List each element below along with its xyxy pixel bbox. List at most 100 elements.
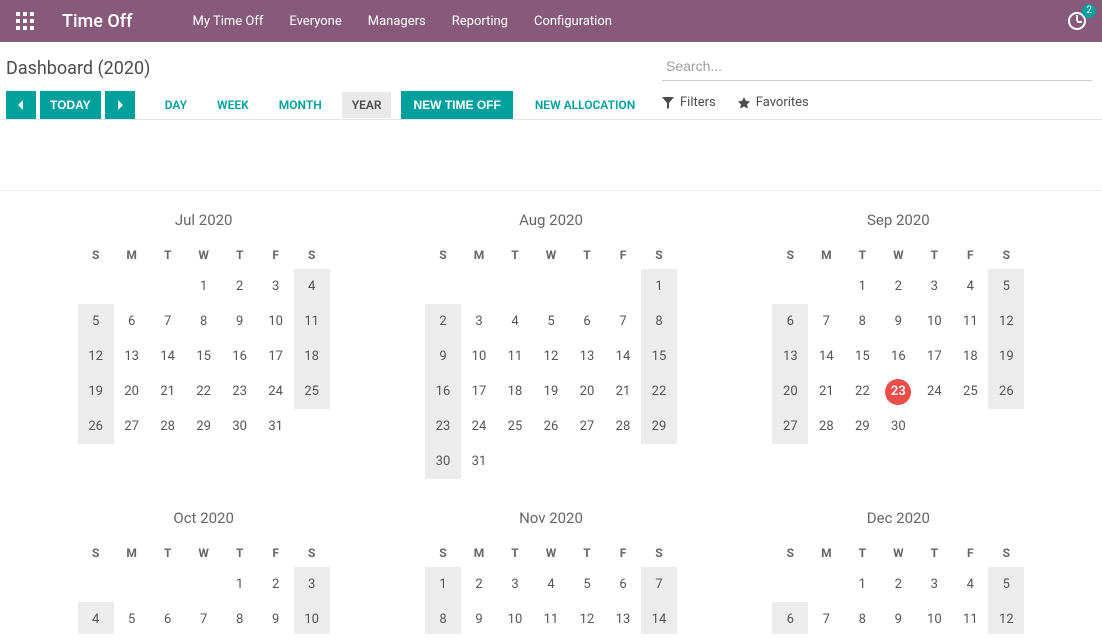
day-cell[interactable]: 4 bbox=[497, 304, 533, 339]
day-cell[interactable]: 13 bbox=[569, 339, 605, 374]
day-cell[interactable]: 26 bbox=[78, 409, 114, 444]
day-cell[interactable]: 8 bbox=[186, 304, 222, 339]
day-cell[interactable]: 2 bbox=[425, 304, 461, 339]
day-cell[interactable]: 23 bbox=[222, 374, 258, 409]
day-cell[interactable]: 26 bbox=[988, 374, 1024, 409]
day-cell[interactable]: 27 bbox=[772, 409, 808, 444]
day-cell[interactable]: 4 bbox=[533, 567, 569, 602]
day-cell[interactable]: 12 bbox=[533, 339, 569, 374]
day-cell[interactable]: 23 bbox=[425, 409, 461, 444]
day-cell[interactable]: 19 bbox=[988, 339, 1024, 374]
brand-title[interactable]: Time Off bbox=[62, 11, 132, 32]
day-cell[interactable]: 11 bbox=[952, 304, 988, 339]
filters-button[interactable]: Filters bbox=[662, 95, 716, 110]
day-cell[interactable]: 19 bbox=[78, 374, 114, 409]
view-day[interactable]: DAY bbox=[155, 92, 197, 118]
day-cell[interactable]: 1 bbox=[641, 269, 677, 304]
day-cell[interactable]: 27 bbox=[114, 409, 150, 444]
day-cell[interactable]: 16 bbox=[222, 339, 258, 374]
day-cell[interactable]: 3 bbox=[497, 567, 533, 602]
day-cell[interactable]: 7 bbox=[808, 602, 844, 634]
day-cell[interactable]: 17 bbox=[916, 339, 952, 374]
day-cell[interactable]: 18 bbox=[294, 339, 330, 374]
month-title[interactable]: Nov 2020 bbox=[387, 509, 714, 527]
day-cell[interactable]: 28 bbox=[808, 409, 844, 444]
day-cell[interactable]: 4 bbox=[952, 567, 988, 602]
day-cell[interactable]: 24 bbox=[461, 409, 497, 444]
day-cell[interactable]: 5 bbox=[533, 304, 569, 339]
day-cell[interactable]: 5 bbox=[988, 269, 1024, 304]
next-button[interactable] bbox=[105, 91, 135, 119]
day-cell[interactable]: 26 bbox=[533, 409, 569, 444]
day-cell[interactable]: 1 bbox=[222, 567, 258, 602]
day-cell[interactable]: 6 bbox=[569, 304, 605, 339]
day-cell[interactable]: 25 bbox=[952, 374, 988, 409]
nav-my-time-off[interactable]: My Time Off bbox=[192, 14, 263, 29]
day-cell[interactable]: 20 bbox=[569, 374, 605, 409]
day-cell[interactable]: 5 bbox=[78, 304, 114, 339]
day-cell[interactable]: 21 bbox=[150, 374, 186, 409]
day-cell[interactable]: 9 bbox=[222, 304, 258, 339]
day-cell[interactable]: 5 bbox=[569, 567, 605, 602]
month-title[interactable]: Jul 2020 bbox=[40, 211, 367, 229]
day-cell[interactable]: 24 bbox=[258, 374, 294, 409]
view-year[interactable]: YEAR bbox=[342, 92, 392, 118]
day-cell[interactable]: 9 bbox=[880, 602, 916, 634]
day-cell[interactable]: 5 bbox=[114, 602, 150, 634]
day-cell[interactable]: 14 bbox=[641, 602, 677, 634]
day-cell[interactable]: 8 bbox=[844, 602, 880, 634]
day-cell[interactable]: 22 bbox=[186, 374, 222, 409]
day-cell[interactable]: 3 bbox=[461, 304, 497, 339]
day-cell[interactable]: 22 bbox=[641, 374, 677, 409]
day-cell[interactable]: 8 bbox=[222, 602, 258, 634]
new-allocation-button[interactable]: NEW ALLOCATION bbox=[523, 91, 647, 119]
day-cell[interactable]: 9 bbox=[461, 602, 497, 634]
view-week[interactable]: WEEK bbox=[207, 92, 259, 118]
day-cell[interactable]: 31 bbox=[461, 444, 497, 479]
day-cell[interactable]: 25 bbox=[497, 409, 533, 444]
day-cell[interactable]: 31 bbox=[258, 409, 294, 444]
day-cell[interactable]: 6 bbox=[772, 304, 808, 339]
day-cell[interactable]: 12 bbox=[569, 602, 605, 634]
day-cell[interactable]: 4 bbox=[952, 269, 988, 304]
day-cell[interactable]: 3 bbox=[258, 269, 294, 304]
day-cell[interactable]: 9 bbox=[258, 602, 294, 634]
day-cell[interactable]: 13 bbox=[605, 602, 641, 634]
day-cell[interactable]: 20 bbox=[114, 374, 150, 409]
day-cell[interactable]: 21 bbox=[808, 374, 844, 409]
day-cell[interactable]: 7 bbox=[641, 567, 677, 602]
day-cell[interactable]: 16 bbox=[425, 374, 461, 409]
day-cell[interactable]: 11 bbox=[533, 602, 569, 634]
day-cell[interactable]: 13 bbox=[772, 339, 808, 374]
day-cell[interactable]: 3 bbox=[294, 567, 330, 602]
day-cell[interactable]: 9 bbox=[425, 339, 461, 374]
day-cell[interactable]: 29 bbox=[844, 409, 880, 444]
day-cell[interactable]: 10 bbox=[497, 602, 533, 634]
day-cell[interactable]: 6 bbox=[150, 602, 186, 634]
day-cell[interactable]: 18 bbox=[952, 339, 988, 374]
day-cell[interactable]: 30 bbox=[880, 409, 916, 444]
day-cell[interactable]: 7 bbox=[808, 304, 844, 339]
day-cell[interactable]: 16 bbox=[880, 339, 916, 374]
day-cell[interactable]: 5 bbox=[988, 567, 1024, 602]
new-time-off-button[interactable]: NEW TIME OFF bbox=[401, 91, 512, 119]
day-cell[interactable]: 1 bbox=[844, 269, 880, 304]
day-cell[interactable]: 7 bbox=[605, 304, 641, 339]
day-cell[interactable]: 23 bbox=[880, 374, 916, 409]
day-cell[interactable]: 3 bbox=[916, 567, 952, 602]
day-cell[interactable]: 8 bbox=[844, 304, 880, 339]
day-cell[interactable]: 28 bbox=[150, 409, 186, 444]
day-cell[interactable]: 19 bbox=[533, 374, 569, 409]
day-cell[interactable]: 6 bbox=[605, 567, 641, 602]
day-cell[interactable]: 28 bbox=[605, 409, 641, 444]
month-title[interactable]: Sep 2020 bbox=[735, 211, 1062, 229]
nav-configuration[interactable]: Configuration bbox=[534, 14, 612, 29]
day-cell[interactable]: 17 bbox=[258, 339, 294, 374]
day-cell[interactable]: 29 bbox=[186, 409, 222, 444]
day-cell[interactable]: 30 bbox=[425, 444, 461, 479]
day-cell[interactable]: 29 bbox=[641, 409, 677, 444]
day-cell[interactable]: 10 bbox=[294, 602, 330, 634]
nav-managers[interactable]: Managers bbox=[368, 14, 426, 29]
day-cell[interactable]: 11 bbox=[294, 304, 330, 339]
day-cell[interactable]: 15 bbox=[844, 339, 880, 374]
